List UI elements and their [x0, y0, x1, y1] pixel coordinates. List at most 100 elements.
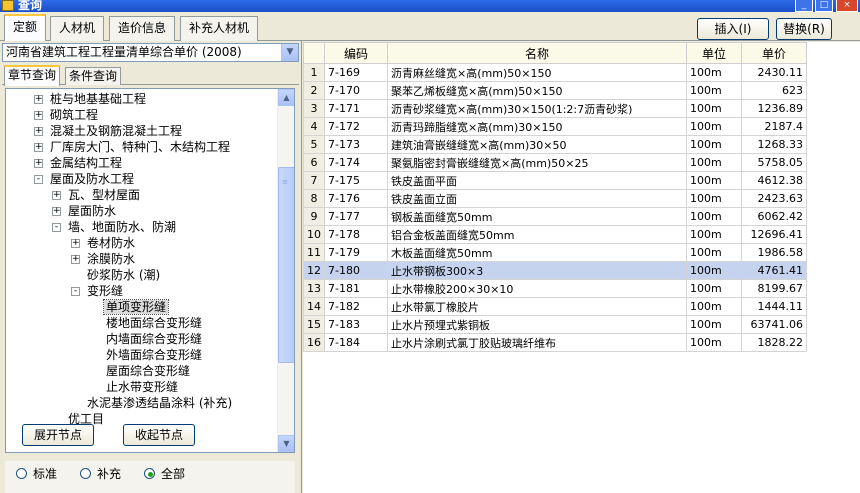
radio-supplement[interactable]: 补充: [80, 467, 121, 481]
table-row[interactable]: 11 7-179 木板盖面缝宽50mm 100m 1986.58: [303, 243, 807, 262]
expand-plus-icon[interactable]: +: [71, 255, 80, 264]
replace-button[interactable]: 替换(R): [776, 18, 832, 40]
cell-name: 止水带钢板300×3: [387, 261, 687, 280]
grip-icon: ≡: [282, 178, 288, 186]
tree-item[interactable]: 楼地面综合变形缝: [104, 315, 204, 331]
tree-item-label: 厂库房大门、特种门、木结构工程: [50, 140, 231, 154]
tree-item[interactable]: 水泥基渗透结晶涂料 (补充): [85, 395, 234, 411]
tree-item[interactable]: + 涂膜防水: [71, 251, 137, 267]
tree-item[interactable]: + 屋面防水: [52, 203, 118, 219]
quota-grid[interactable]: 编码 名称 单位 单价 1 7-169 沥青麻丝缝宽×高(mm)50×150 100m…: [303, 42, 860, 493]
tree-item[interactable]: + 混凝土及钢筋混凝土工程: [34, 123, 184, 139]
cell-code: 7-178: [324, 225, 388, 244]
tree-item-label: 内墙面综合变形缝: [106, 332, 203, 346]
expand-plus-icon[interactable]: +: [52, 207, 61, 216]
tree-item[interactable]: - 墙、地面防水、防潮: [52, 219, 178, 235]
cell-unit: 100m: [686, 135, 742, 154]
maximize-button[interactable]: □: [815, 0, 833, 12]
tree-item[interactable]: 砂浆防水 (潮): [85, 267, 162, 283]
close-button[interactable]: ×: [836, 0, 858, 12]
col-index: [303, 42, 325, 64]
cell-code: 7-171: [324, 99, 388, 118]
cell-price: 4761.41: [741, 261, 807, 280]
cell-code: 7-176: [324, 189, 388, 208]
expand-nodes-button[interactable]: 展开节点: [22, 424, 94, 446]
tree-item[interactable]: + 桩与地基基础工程: [34, 91, 148, 107]
collapse-nodes-button[interactable]: 收起节点: [123, 424, 195, 446]
tab-labor-material-machine[interactable]: 人材机: [50, 16, 105, 41]
cell-index: 2: [303, 81, 325, 100]
tree-item[interactable]: 内墙面综合变形缝: [104, 331, 204, 347]
col-unit[interactable]: 单位: [686, 42, 742, 64]
cell-name: 止水片预埋式紫铜板: [387, 315, 687, 334]
collapse-minus-icon[interactable]: -: [34, 175, 43, 184]
radio-all[interactable]: 全部: [144, 467, 185, 481]
cell-code: 7-182: [324, 297, 388, 316]
table-row[interactable]: 10 7-178 铝合金板盖面缝宽50mm 100m 12696.41: [303, 225, 807, 244]
tree-scrollbar[interactable]: ▲ ≡ ▼: [277, 89, 294, 452]
table-row[interactable]: 14 7-182 止水带氯丁橡胶片 100m 1444.11: [303, 297, 807, 316]
cell-index: 16: [303, 333, 325, 352]
table-row[interactable]: 15 7-183 止水片预埋式紫铜板 100m 63741.06: [303, 315, 807, 334]
tree-item-label: 卷材防水: [87, 236, 136, 250]
cell-unit: 100m: [686, 117, 742, 136]
table-row[interactable]: 5 7-173 建筑油膏嵌缝缝宽×高(mm)30×50 100m 1268.33: [303, 135, 807, 154]
tab-chapter-query[interactable]: 章节查询: [4, 65, 61, 86]
tree-item[interactable]: + 瓦、型材屋面: [52, 187, 142, 203]
tree-item[interactable]: + 厂库房大门、特种门、木结构工程: [34, 139, 232, 155]
table-row[interactable]: 2 7-170 聚苯乙烯板缝宽×高(mm)50×150 100m 623: [303, 81, 807, 100]
expand-plus-icon[interactable]: +: [34, 111, 43, 120]
cell-code: 7-180: [324, 261, 388, 280]
query-tab-bar: 章节查询 条件查询: [2, 65, 299, 86]
top-tab-bar: 定额 人材机 造价信息 补充人材机 插入(I) 替换(R): [0, 12, 860, 42]
quota-library-select[interactable]: 河南省建筑工程工程量清单综合单价 (2008) ▼: [2, 43, 299, 62]
expand-plus-icon[interactable]: +: [34, 143, 43, 152]
cell-index: 13: [303, 279, 325, 298]
insert-button[interactable]: 插入(I): [697, 18, 769, 40]
tree-item[interactable]: - 变形缝: [71, 283, 125, 299]
minimize-button[interactable]: _: [795, 0, 813, 12]
scroll-up-icon[interactable]: ▲: [278, 89, 294, 106]
radio-standard[interactable]: 标准: [16, 467, 57, 481]
table-row[interactable]: 4 7-172 沥青玛蹄脂缝宽×高(mm)30×150 100m 2187.4: [303, 117, 807, 136]
col-price[interactable]: 单价: [741, 42, 807, 64]
table-row[interactable]: 1 7-169 沥青麻丝缝宽×高(mm)50×150 100m 2430.11: [303, 63, 807, 82]
tab-condition-query[interactable]: 条件查询: [65, 67, 122, 85]
cell-name: 钢板盖面缝宽50mm: [387, 207, 687, 226]
chevron-down-icon[interactable]: ▼: [281, 44, 298, 61]
table-row[interactable]: 12 7-180 止水带钢板300×3 100m 4761.41: [303, 261, 807, 280]
tree-item[interactable]: + 砌筑工程: [34, 107, 100, 123]
tree-item[interactable]: - 屋面及防水工程: [34, 171, 136, 187]
table-row[interactable]: 7 7-175 铁皮盖面平面 100m 4612.38: [303, 171, 807, 190]
cell-price: 6062.42: [741, 207, 807, 226]
cell-price: 2423.63: [741, 189, 807, 208]
scroll-down-icon[interactable]: ▼: [278, 435, 294, 452]
collapse-minus-icon[interactable]: -: [71, 287, 80, 296]
tree-item[interactable]: + 金属结构工程: [34, 155, 124, 171]
expand-plus-icon[interactable]: +: [34, 159, 43, 168]
tab-cost-info[interactable]: 造价信息: [109, 16, 176, 41]
scroll-thumb[interactable]: [278, 167, 294, 363]
expand-plus-icon[interactable]: +: [34, 95, 43, 104]
table-header-row: 编码 名称 单位 单价: [303, 42, 807, 64]
tree-item[interactable]: 外墙面综合变形缝: [104, 347, 204, 363]
tree-item[interactable]: + 卷材防水: [71, 235, 137, 251]
tree-item[interactable]: 单项变形缝: [102, 299, 170, 315]
tab-quota[interactable]: 定额: [4, 14, 47, 42]
col-name[interactable]: 名称: [387, 42, 687, 64]
collapse-minus-icon[interactable]: -: [52, 223, 61, 232]
table-row[interactable]: 9 7-177 钢板盖面缝宽50mm 100m 6062.42: [303, 207, 807, 226]
table-row[interactable]: 3 7-171 沥青砂浆缝宽×高(mm)30×150(1:2:7沥青砂浆) 100m 1…: [303, 99, 807, 118]
table-row[interactable]: 8 7-176 铁皮盖面立面 100m 2423.63: [303, 189, 807, 208]
chapter-tree[interactable]: ▲ ≡ ▼ + 桩与地基基础工程 + 砌筑工程 + 混凝土及钢筋混凝土工程 + 厂库房大门、特…: [5, 88, 295, 453]
tree-item[interactable]: 屋面综合变形缝: [104, 363, 192, 379]
tab-supplement-lmm[interactable]: 补充人材机: [180, 16, 259, 41]
table-row[interactable]: 13 7-181 止水带橡胶200×30×10 100m 8199.67: [303, 279, 807, 298]
expand-plus-icon[interactable]: +: [52, 191, 61, 200]
expand-plus-icon[interactable]: +: [34, 127, 43, 136]
expand-plus-icon[interactable]: +: [71, 239, 80, 248]
col-code[interactable]: 编码: [324, 42, 388, 64]
table-row[interactable]: 16 7-184 止水片涂刷式氯丁胶贴玻璃纤维布 100m 1828.22: [303, 333, 807, 352]
tree-item[interactable]: 止水带变形缝: [104, 379, 180, 395]
table-row[interactable]: 6 7-174 聚氨脂密封膏嵌缝缝宽×高(mm)50×25 100m 5758.05: [303, 153, 807, 172]
